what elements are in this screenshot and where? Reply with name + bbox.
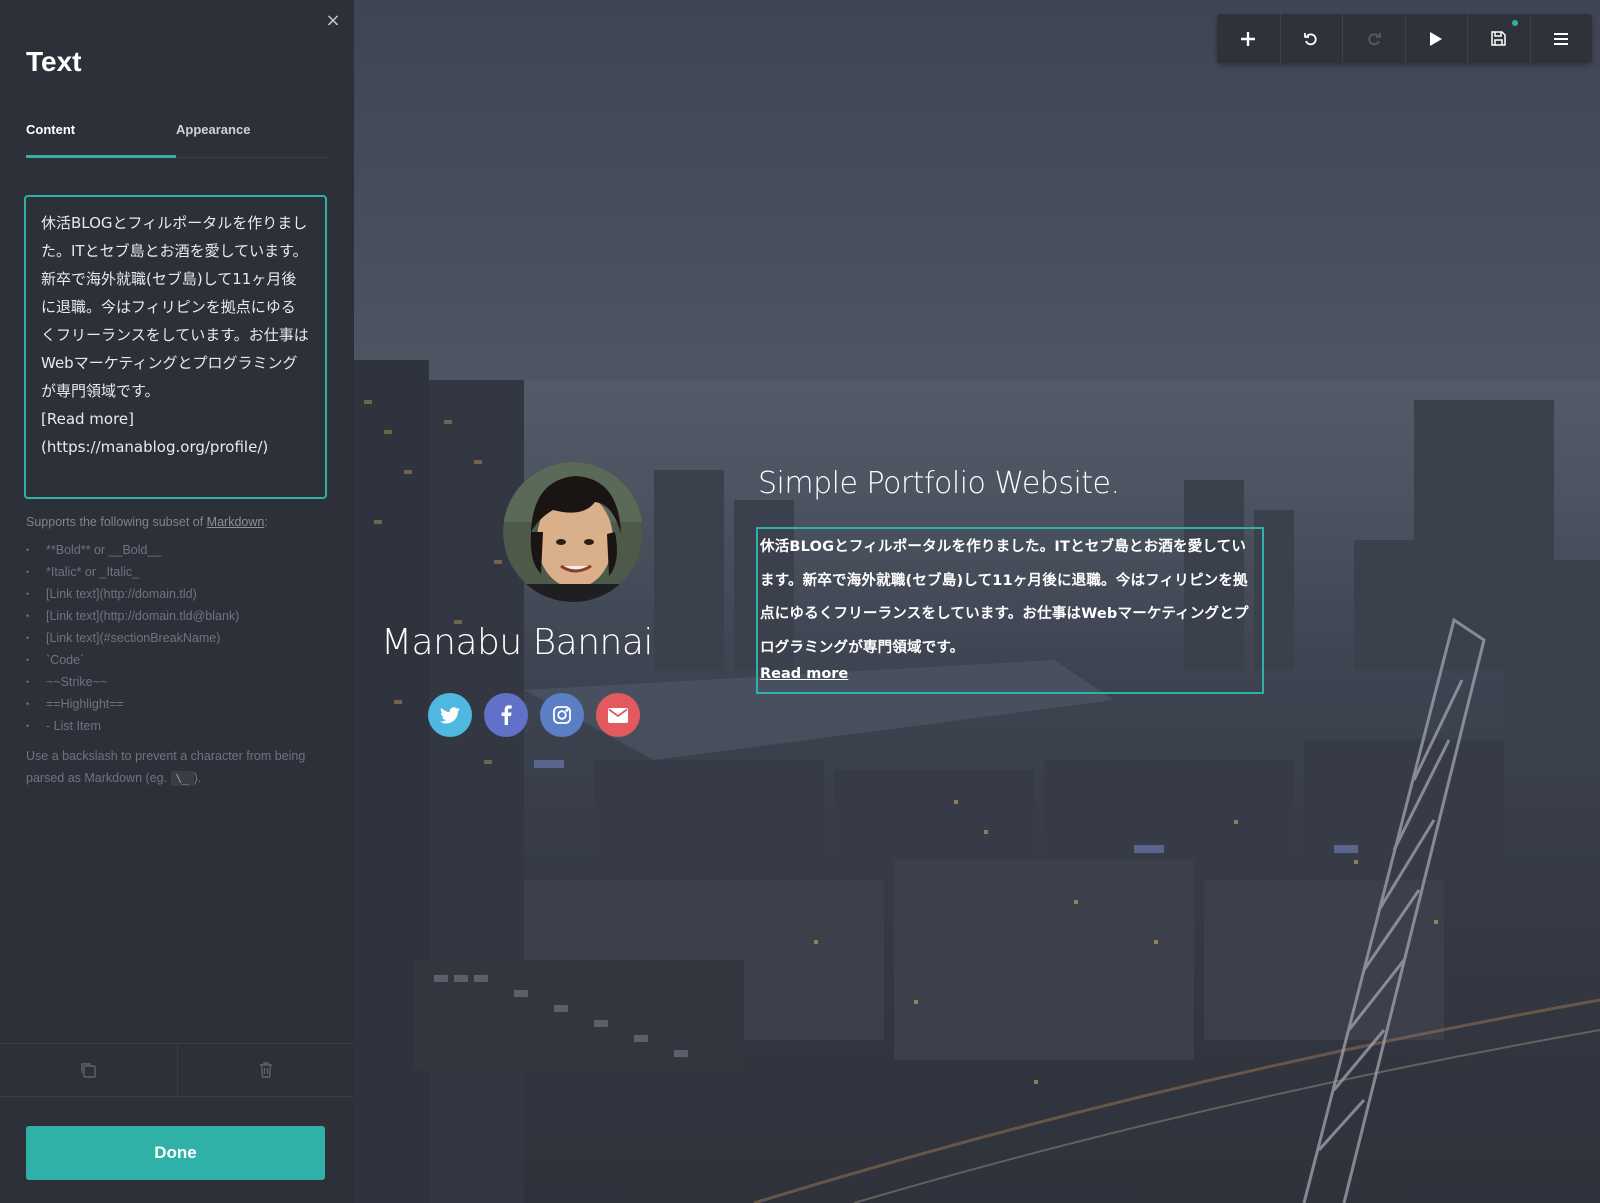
undo-button[interactable]	[1279, 14, 1343, 63]
bio-text: 休活BLOGとフィルポータルを作りました。ITとセブ島とお酒を愛しています。新卒…	[760, 539, 1249, 656]
list-item: **Bold** or __Bold__	[26, 539, 326, 561]
list-item: - List Item	[26, 715, 326, 737]
unsaved-indicator	[1511, 20, 1518, 26]
facebook-icon	[501, 705, 512, 725]
text-content-field[interactable]: 休活BLOGとフィルポータルを作りました。ITとセブ島とお酒を愛しています。新卒…	[24, 195, 327, 499]
twitter-icon	[440, 706, 460, 723]
menu-icon	[1554, 32, 1569, 45]
preview-button[interactable]	[1404, 14, 1468, 63]
menu-button[interactable]	[1529, 14, 1593, 63]
twitter-link[interactable]	[428, 693, 472, 737]
save-button[interactable]	[1467, 14, 1530, 63]
duplicate-button[interactable]	[0, 1044, 177, 1096]
list-item: [Link text](#sectionBreakName)	[26, 627, 326, 649]
list-item: ==Highlight==	[26, 693, 326, 715]
list-item: `Code`	[26, 649, 326, 671]
delete-button[interactable]	[176, 1044, 355, 1096]
profile-photo	[503, 462, 643, 602]
profile-name[interactable]: Manabu Bannai	[381, 622, 653, 663]
save-icon	[1491, 31, 1506, 46]
social-links	[428, 693, 640, 737]
instagram-icon	[553, 706, 571, 724]
escape-note: Use a backslash to prevent a character f…	[26, 745, 326, 790]
selected-text-block[interactable]: 休活BLOGとフィルポータルを作りました。ITとセブ島とお酒を愛しています。新卒…	[756, 527, 1264, 694]
instagram-link[interactable]	[540, 693, 584, 737]
escape-code: \_	[170, 771, 194, 786]
tab-appearance[interactable]: Appearance	[176, 122, 250, 137]
email-link[interactable]	[596, 693, 640, 737]
list-item: [Link text](http://domain.tld@blank)	[26, 605, 326, 627]
site-preview: Manabu Bannai Simple Portfolio Website. …	[354, 0, 1600, 1203]
markdown-link[interactable]: Markdown	[207, 515, 265, 529]
markdown-syntax-list: **Bold** or __Bold__ *Italic* or _Italic…	[26, 539, 326, 737]
add-section-button[interactable]	[1217, 14, 1280, 63]
plus-icon	[1241, 31, 1256, 46]
help-intro-suffix: :	[264, 515, 268, 529]
editor-panel: × Text Content Appearance 休活BLOGとフィルポータル…	[0, 0, 354, 1203]
escape-note-suffix: ).	[193, 771, 202, 785]
escape-note-text: Use a backslash to prevent a character f…	[26, 749, 306, 785]
play-icon	[1430, 31, 1443, 46]
panel-title: Text	[26, 46, 82, 77]
markdown-help-intro: Supports the following subset of Markdow…	[26, 511, 326, 533]
email-icon	[608, 707, 628, 723]
panel-tabs: Content Appearance	[26, 118, 328, 158]
active-tab-indicator	[26, 155, 176, 158]
panel-actions	[0, 1043, 354, 1097]
list-item: *Italic* or _Italic_	[26, 561, 326, 583]
duplicate-icon	[81, 1063, 96, 1078]
facebook-link[interactable]	[484, 693, 528, 737]
read-more-link[interactable]: Read more	[760, 666, 848, 682]
redo-icon	[1368, 32, 1381, 45]
avatar	[503, 462, 643, 602]
editor-toolbar	[1217, 14, 1592, 63]
list-item: ~~Strike~~	[26, 671, 326, 693]
list-item: [Link text](http://domain.tld)	[26, 583, 326, 605]
site-title[interactable]: Simple Portfolio Website.	[758, 466, 1120, 501]
close-icon[interactable]: ×	[324, 12, 342, 30]
tab-content[interactable]: Content	[26, 122, 75, 137]
markdown-help: Supports the following subset of Markdow…	[26, 511, 326, 790]
trash-icon	[259, 1062, 272, 1078]
redo-button[interactable]	[1342, 14, 1405, 63]
undo-icon	[1304, 32, 1317, 45]
help-intro-text: Supports the following subset of	[26, 515, 207, 529]
done-button[interactable]: Done	[26, 1126, 325, 1180]
